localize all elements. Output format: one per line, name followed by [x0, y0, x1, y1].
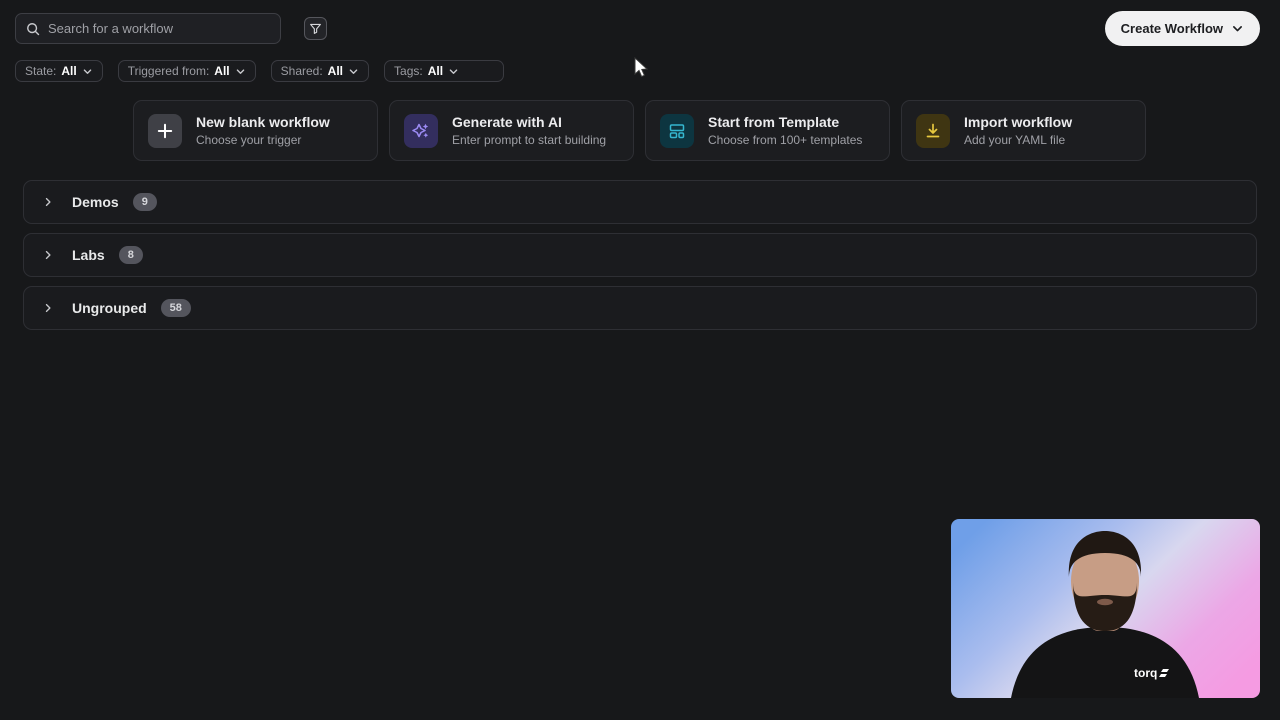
- filter-button[interactable]: [304, 17, 327, 40]
- chevron-down-icon: [82, 66, 93, 77]
- group-name: Ungrouped: [72, 300, 147, 316]
- card-title: Generate with AI: [452, 114, 606, 130]
- card-title: New blank workflow: [196, 114, 330, 130]
- card-subtitle: Enter prompt to start building: [452, 133, 606, 147]
- import-workflow-card[interactable]: Import workflow Add your YAML file: [901, 100, 1146, 161]
- chevron-down-icon: [348, 66, 359, 77]
- generate-with-ai-card[interactable]: Generate with AI Enter prompt to start b…: [389, 100, 634, 161]
- filter-triggered-from[interactable]: Triggered from: All: [118, 60, 256, 82]
- filter-label: Tags:: [394, 64, 423, 78]
- search-icon: [26, 22, 40, 36]
- group-row-demos[interactable]: Demos 9: [23, 180, 1257, 224]
- create-options-row: New blank workflow Choose your trigger G…: [133, 100, 1146, 161]
- group-name: Demos: [72, 194, 119, 210]
- chevron-right-icon[interactable]: [42, 302, 54, 314]
- filter-label: Shared:: [281, 64, 323, 78]
- filter-value: All: [328, 64, 343, 78]
- filter-label: Triggered from:: [128, 64, 210, 78]
- chevron-right-icon[interactable]: [42, 196, 54, 208]
- group-count-badge: 9: [133, 193, 157, 211]
- download-icon: [916, 114, 950, 148]
- filter-value: All: [61, 64, 76, 78]
- search-input[interactable]: [48, 21, 270, 36]
- shirt-logo-text: torq: [1134, 666, 1157, 680]
- group-row-ungrouped[interactable]: Ungrouped 58: [23, 286, 1257, 330]
- plus-icon: [148, 114, 182, 148]
- filter-state[interactable]: State: All: [15, 60, 103, 82]
- group-row-labs[interactable]: Labs 8: [23, 233, 1257, 277]
- funnel-icon: [309, 22, 322, 35]
- card-subtitle: Choose your trigger: [196, 133, 330, 147]
- chevron-right-icon[interactable]: [42, 249, 54, 261]
- group-name: Labs: [72, 247, 105, 263]
- create-workflow-button[interactable]: Create Workflow: [1105, 11, 1260, 46]
- group-count-badge: 8: [119, 246, 143, 264]
- card-subtitle: Add your YAML file: [964, 133, 1072, 147]
- chevron-down-icon: [235, 66, 246, 77]
- webcam-overlay: torq: [951, 519, 1260, 698]
- chevron-down-icon: [448, 66, 459, 77]
- card-title: Import workflow: [964, 114, 1072, 130]
- filter-shared[interactable]: Shared: All: [271, 60, 369, 82]
- filter-value: All: [428, 64, 443, 78]
- presenter-illustration: torq: [951, 519, 1260, 698]
- group-count-badge: 58: [161, 299, 191, 317]
- sparkles-icon: [404, 114, 438, 148]
- filter-label: State:: [25, 64, 56, 78]
- filter-value: All: [214, 64, 229, 78]
- create-workflow-label: Create Workflow: [1121, 21, 1223, 36]
- card-title: Start from Template: [708, 114, 862, 130]
- card-subtitle: Choose from 100+ templates: [708, 133, 862, 147]
- workflow-search[interactable]: [15, 13, 281, 44]
- new-blank-workflow-card[interactable]: New blank workflow Choose your trigger: [133, 100, 378, 161]
- mouse-cursor: [633, 57, 650, 84]
- template-icon: [660, 114, 694, 148]
- filter-bar: State: All Triggered from: All Shared: A…: [15, 60, 504, 82]
- chevron-down-icon: [1231, 22, 1244, 35]
- start-from-template-card[interactable]: Start from Template Choose from 100+ tem…: [645, 100, 890, 161]
- filter-tags[interactable]: Tags: All: [384, 60, 504, 82]
